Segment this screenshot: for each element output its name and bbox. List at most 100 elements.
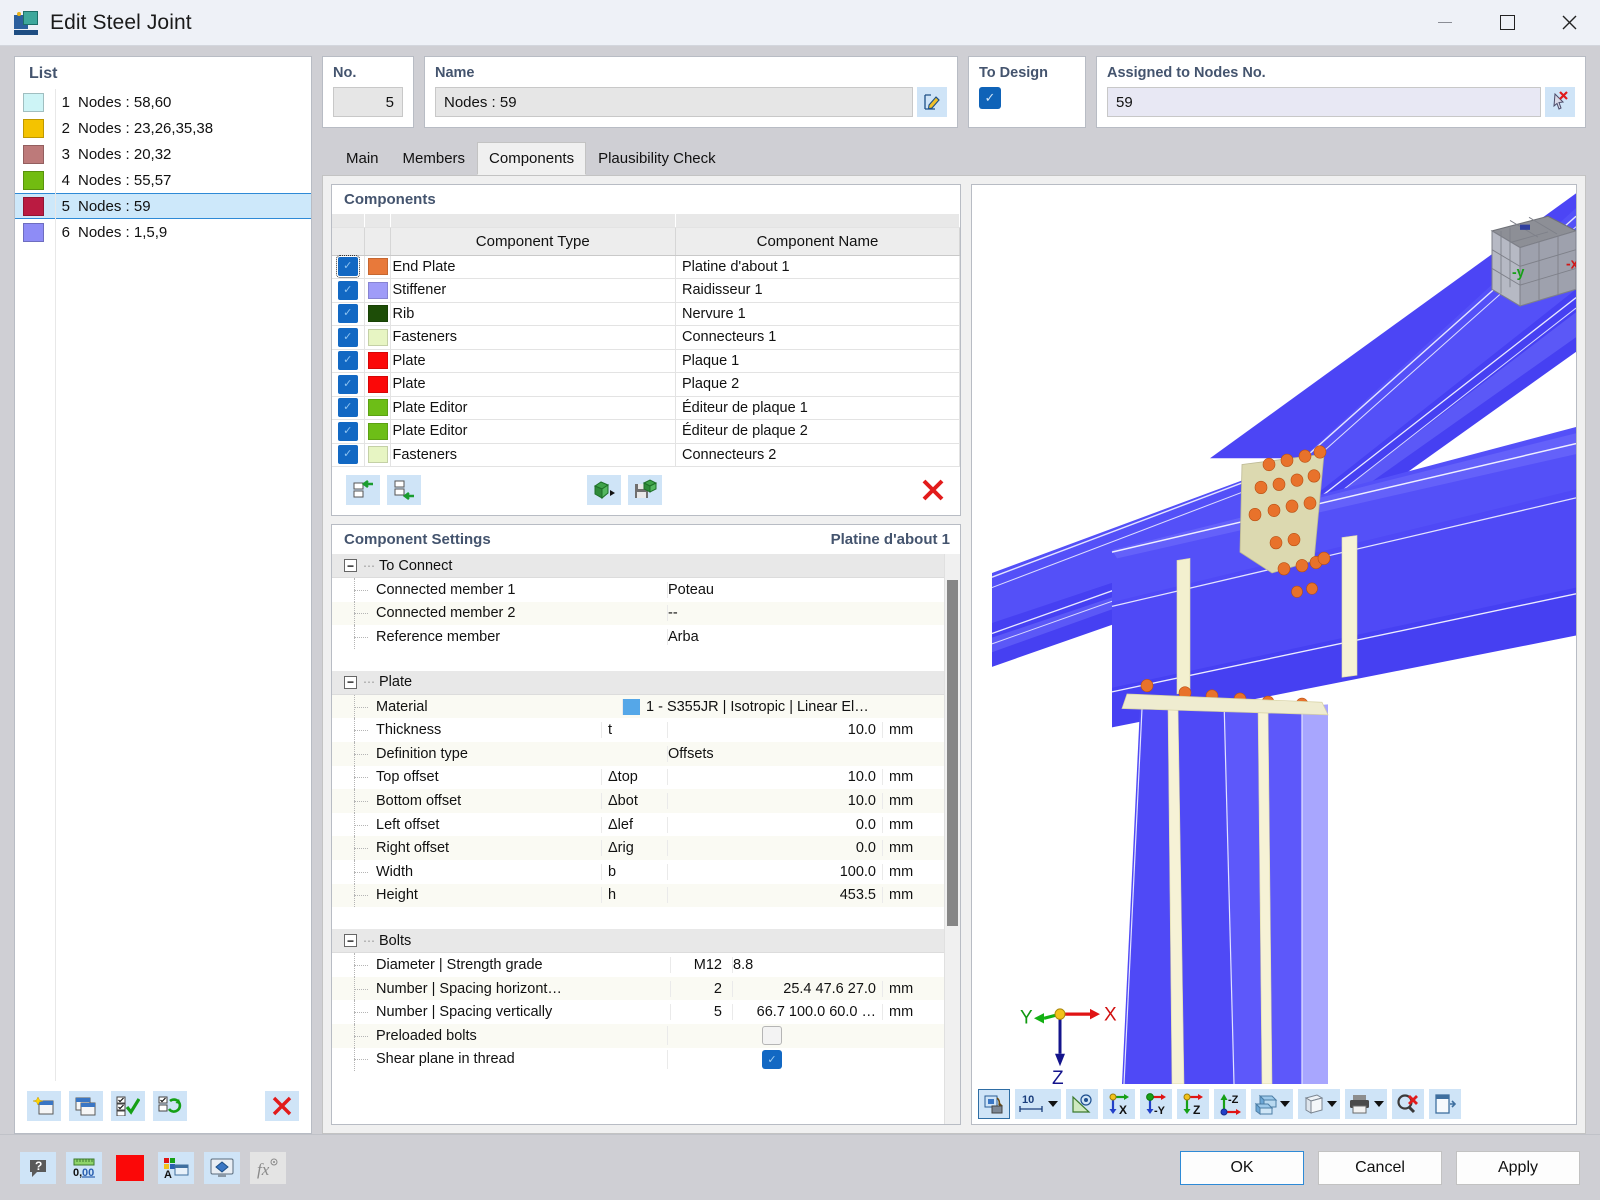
component-enabled-cell[interactable]: ✓ bbox=[332, 325, 365, 350]
help-button[interactable]: ? bbox=[20, 1151, 56, 1184]
settings-row[interactable]: Width b 100.0 mm bbox=[332, 859, 944, 884]
table-row[interactable]: ✓ Rib Nervure 1 bbox=[332, 302, 960, 326]
settings-row[interactable]: Height h 453.5 mm bbox=[332, 883, 944, 908]
settings-row-value[interactable]: Arba bbox=[667, 628, 882, 645]
settings-row-value[interactable]: 25.4 47.6 27.0 bbox=[732, 980, 882, 997]
list-item[interactable]: 4 Nodes : 55,57 bbox=[15, 167, 311, 193]
settings-checkbox[interactable]: ✓ bbox=[762, 1049, 782, 1069]
settings-row[interactable]: Right offset Δrig 0.0 mm bbox=[332, 836, 944, 860]
settings-row-count[interactable]: M12 bbox=[670, 956, 732, 973]
settings-scrollbar[interactable] bbox=[944, 554, 960, 1124]
view-negy-button[interactable]: -Y bbox=[1140, 1089, 1172, 1119]
formula-button[interactable]: fx bbox=[250, 1151, 286, 1184]
component-checkbox[interactable]: ✓ bbox=[337, 421, 358, 441]
units-button[interactable]: 0, 00 bbox=[66, 1151, 102, 1184]
move-component-up-button[interactable] bbox=[346, 475, 380, 505]
edit-pencil-icon[interactable] bbox=[917, 87, 947, 117]
collapse-icon[interactable]: − bbox=[344, 934, 357, 948]
settings-row[interactable]: Diameter | Strength grade M12 8.8 bbox=[332, 953, 944, 977]
cancel-button[interactable]: Cancel bbox=[1318, 1150, 1442, 1185]
settings-row-value[interactable] bbox=[667, 1026, 882, 1046]
settings-row-value[interactable]: 100.0 bbox=[667, 863, 882, 880]
list-item[interactable]: 6 Nodes : 1,5,9 bbox=[15, 219, 311, 245]
component-checkbox[interactable]: ✓ bbox=[335, 255, 360, 279]
settings-row[interactable]: Thickness t 10.0 mm bbox=[332, 718, 944, 742]
collapse-icon[interactable]: − bbox=[344, 675, 357, 689]
settings-row-value[interactable]: 10.0 bbox=[667, 722, 882, 739]
component-checkbox[interactable]: ✓ bbox=[337, 304, 358, 324]
detach-view-button[interactable] bbox=[1429, 1089, 1461, 1119]
ok-button[interactable]: OK bbox=[1180, 1150, 1304, 1185]
settings-row-value[interactable]: 0.0 bbox=[667, 840, 882, 857]
view-z-button[interactable]: Z bbox=[1177, 1089, 1209, 1119]
print-dropdown[interactable] bbox=[1345, 1089, 1387, 1119]
tab-plausibility-check[interactable]: Plausibility Check bbox=[586, 142, 728, 175]
settings-row[interactable]: Material 1 - S355JR | Isotropic | Linear … bbox=[332, 694, 944, 719]
settings-row[interactable]: Connected member 1 Poteau bbox=[332, 578, 944, 602]
delete-component-button[interactable] bbox=[916, 475, 950, 505]
view-x-button[interactable]: X bbox=[1103, 1089, 1135, 1119]
settings-row[interactable]: Connected member 2 -- bbox=[332, 601, 944, 626]
invert-selection-button[interactable] bbox=[153, 1091, 187, 1121]
component-enabled-cell[interactable]: ✓ bbox=[332, 302, 365, 326]
settings-row-value[interactable]: Poteau bbox=[667, 581, 882, 598]
scale-dropdown[interactable]: 10 bbox=[1015, 1089, 1061, 1119]
copy-joint-button[interactable] bbox=[69, 1091, 103, 1121]
settings-row[interactable]: Top offset Δtop 10.0 mm bbox=[332, 765, 944, 790]
settings-row-count[interactable]: 5 bbox=[670, 1004, 732, 1021]
settings-row-value[interactable]: Offsets bbox=[667, 745, 882, 762]
table-row[interactable]: ✓ Plate Plaque 1 bbox=[332, 349, 960, 373]
render-mode-button[interactable] bbox=[978, 1089, 1010, 1119]
settings-scrollbar-thumb[interactable] bbox=[947, 580, 958, 926]
reset-view-button[interactable] bbox=[1392, 1089, 1424, 1119]
component-enabled-cell[interactable]: ✓ bbox=[332, 419, 365, 444]
component-enabled-cell[interactable]: ✓ bbox=[332, 278, 365, 303]
settings-row[interactable]: Bottom offset Δbot 10.0 mm bbox=[332, 789, 944, 813]
move-component-down-button[interactable] bbox=[387, 475, 421, 505]
table-row[interactable]: ✓ Plate Editor Éditeur de plaque 2 bbox=[332, 419, 960, 444]
surface-display-dropdown[interactable] bbox=[1251, 1089, 1293, 1119]
tab-main[interactable]: Main bbox=[334, 142, 391, 175]
table-row[interactable]: ✓ Fasteners Connecteurs 2 bbox=[332, 443, 960, 467]
settings-row-value[interactable]: 8.8 bbox=[732, 956, 882, 973]
component-enabled-cell[interactable]: ✓ bbox=[332, 372, 365, 397]
settings-row-value[interactable]: 10.0 bbox=[667, 769, 882, 786]
table-row[interactable]: ✓ Fasteners Connecteurs 1 bbox=[332, 325, 960, 350]
save-component-button[interactable] bbox=[628, 475, 662, 505]
component-checkbox[interactable]: ✓ bbox=[337, 445, 358, 465]
apply-button[interactable]: Apply bbox=[1456, 1150, 1580, 1185]
settings-row-value[interactable]: ✓ bbox=[667, 1049, 882, 1069]
settings-row[interactable]: Reference member Arba bbox=[332, 625, 944, 649]
pick-cursor-icon[interactable] bbox=[1545, 87, 1575, 117]
table-row[interactable]: ✓ End Plate Platine d'about 1 bbox=[332, 255, 960, 279]
component-checkbox[interactable]: ✓ bbox=[337, 398, 358, 418]
display-properties-button[interactable]: A bbox=[158, 1151, 194, 1184]
tab-bar[interactable]: Main Members Components Plausibility Check bbox=[322, 142, 1586, 175]
component-enabled-cell[interactable]: ✓ bbox=[332, 349, 365, 373]
settings-row-value[interactable]: 66.7 100.0 60.0 … bbox=[732, 1004, 882, 1021]
component-checkbox[interactable]: ✓ bbox=[337, 374, 358, 394]
table-row[interactable]: ✓ Stiffener Raidisseur 1 bbox=[332, 278, 960, 303]
color-button[interactable] bbox=[112, 1152, 148, 1184]
collapse-icon[interactable]: − bbox=[344, 559, 357, 572]
settings-checkbox[interactable] bbox=[762, 1026, 782, 1046]
settings-tree[interactable]: − ⋯ To Connect Connected member 1 Poteau Conn… bbox=[332, 554, 944, 1124]
new-joint-button[interactable] bbox=[27, 1091, 61, 1121]
table-row[interactable]: ✓ Plate Plaque 2 bbox=[332, 372, 960, 397]
to-design-checkbox[interactable]: ✓ bbox=[979, 87, 1001, 109]
list-item[interactable]: 3 Nodes : 20,32 bbox=[15, 141, 311, 167]
list-item[interactable]: 5 Nodes : 59 bbox=[15, 193, 311, 219]
settings-group-header[interactable]: − ⋯ To Connect bbox=[332, 554, 944, 578]
table-row[interactable]: ✓ Plate Editor Éditeur de plaque 1 bbox=[332, 396, 960, 420]
select-all-button[interactable] bbox=[111, 1091, 145, 1121]
close-button[interactable] bbox=[1538, 0, 1600, 46]
maximize-button[interactable] bbox=[1476, 0, 1538, 46]
list-item[interactable]: 1 Nodes : 58,60 bbox=[15, 89, 311, 115]
delete-joint-button[interactable] bbox=[265, 1091, 299, 1121]
component-checkbox[interactable]: ✓ bbox=[337, 280, 358, 300]
tab-components[interactable]: Components bbox=[477, 142, 587, 175]
component-enabled-cell[interactable]: ✓ bbox=[332, 396, 365, 420]
component-checkbox[interactable]: ✓ bbox=[337, 327, 358, 347]
component-enabled-cell[interactable]: ✓ bbox=[332, 443, 365, 467]
component-checkbox[interactable]: ✓ bbox=[337, 351, 358, 371]
